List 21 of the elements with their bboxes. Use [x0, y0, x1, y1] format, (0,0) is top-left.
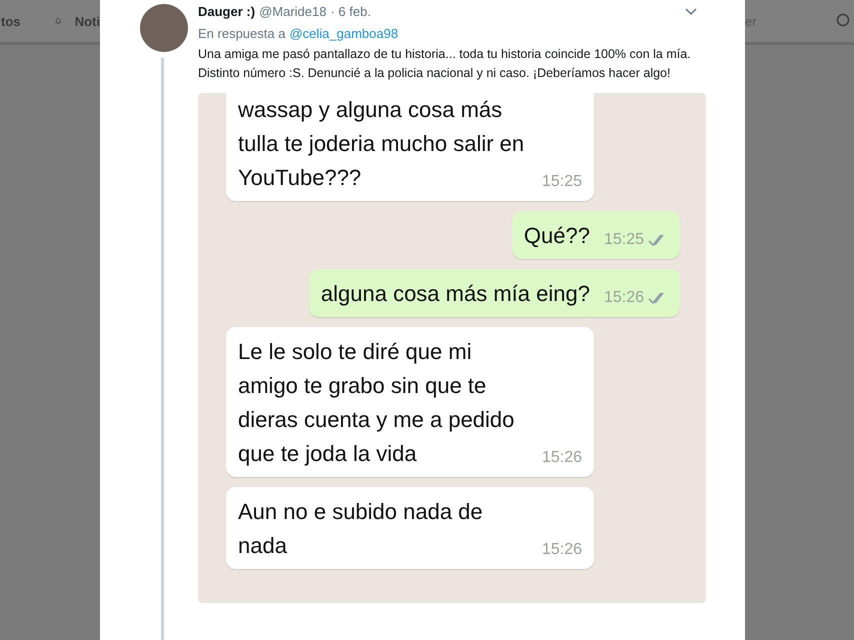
message-text: alguna cosa más mía eing? — [320, 280, 590, 308]
message-time: 15:26 — [542, 541, 582, 559]
search-icon[interactable] — [836, 13, 852, 29]
user-name[interactable]: Dauger :) — [198, 4, 256, 19]
avatar[interactable] — [140, 4, 188, 52]
message-time: 15:25 — [542, 173, 582, 191]
message-text: Le le solo te diré que mi amigo te grabo sin que te dieras cuenta y me a pedido que te joda la vida — [238, 338, 516, 468]
user-handle[interactable]: @Maride18 — [259, 4, 326, 19]
nav-label[interactable]: tos — [1, 14, 20, 28]
chevron-down-icon[interactable] — [685, 8, 697, 16]
message-text: Qué?? — [524, 222, 590, 250]
notifications-tab[interactable]: Noti — [74, 14, 100, 28]
reply-mention-link[interactable]: @celia_gamboa98 — [289, 26, 398, 41]
tweet-date[interactable]: · 6 feb. — [330, 4, 371, 19]
message-text: Aun no e subido nada de nada — [238, 498, 484, 560]
message-time: 15:25 — [604, 231, 644, 249]
message-time: 15:26 — [604, 289, 644, 307]
message-text: wassap y alguna cosa más tulla te joderia mucho salir en YouTube??? — [238, 96, 526, 192]
message-time: 15:26 — [542, 449, 582, 467]
tweet-text: Una amiga me pasó pantallazo de tu historia... toda tu historia coincide 100% con la mía. Distinto número :S. Denuncié a la policia nacional y ni caso. ¡Deberíamos hacer algo! — [198, 46, 692, 82]
reply-label: En respuesta a — [198, 26, 286, 41]
